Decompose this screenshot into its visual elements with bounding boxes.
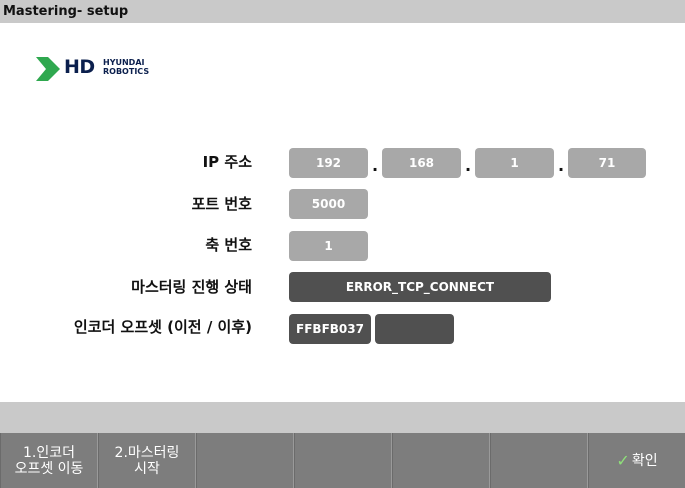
- f6-empty-button[interactable]: [490, 433, 588, 488]
- f1-move-encoder-offset-button[interactable]: 1.인코더 오프셋 이동: [0, 433, 98, 488]
- logo-line2: ROBOTICS: [103, 67, 149, 76]
- function-key-bar: 1.인코더 오프셋 이동 2.마스터링 시작 ✓확인: [0, 433, 685, 488]
- hd-hyundai-robotics-logo: HD HYUNDAI ROBOTICS: [36, 55, 166, 83]
- check-icon: ✓: [616, 453, 629, 469]
- mastering-status-field: ERROR_TCP_CONNECT: [289, 272, 551, 302]
- status-bar: [0, 402, 685, 433]
- axis-number-label: 축 번호: [205, 231, 252, 259]
- encoder-offset-after-field: [375, 314, 454, 344]
- mastering-status-label: 마스터링 진행 상태: [131, 273, 252, 301]
- logo-chevron-icon: [36, 57, 60, 81]
- encoder-offset-before-field: FFBFB037: [289, 314, 371, 344]
- port-number-label: 포트 번호: [192, 190, 252, 218]
- ip-dot-separator: .: [372, 156, 380, 170]
- f3-empty-button[interactable]: [196, 433, 294, 488]
- axis-number-field[interactable]: 1: [289, 231, 368, 261]
- logo-line1: HYUNDAI: [103, 58, 149, 67]
- ip-address-label: IP 주소: [203, 148, 252, 176]
- window-title: Mastering- setup: [0, 0, 685, 23]
- encoder-offset-label: 인코더 오프셋 (이전 / 이후): [74, 313, 252, 341]
- ip-dot-separator: .: [558, 156, 566, 170]
- confirm-button[interactable]: ✓확인: [588, 433, 685, 488]
- ip-dot-separator: .: [465, 156, 473, 170]
- logo-hd-text: HD: [64, 56, 95, 78]
- f5-empty-button[interactable]: [392, 433, 490, 488]
- port-number-field[interactable]: 5000: [289, 189, 368, 219]
- ip-octet-4-field[interactable]: 71: [568, 148, 646, 178]
- confirm-label: 확인: [632, 453, 658, 469]
- ip-octet-1-field[interactable]: 192: [289, 148, 368, 178]
- f2-start-mastering-button[interactable]: 2.마스터링 시작: [98, 433, 196, 488]
- ip-octet-3-field[interactable]: 1: [475, 148, 554, 178]
- logo-subtext: HYUNDAI ROBOTICS: [103, 58, 149, 76]
- f4-empty-button[interactable]: [294, 433, 392, 488]
- ip-octet-2-field[interactable]: 168: [382, 148, 461, 178]
